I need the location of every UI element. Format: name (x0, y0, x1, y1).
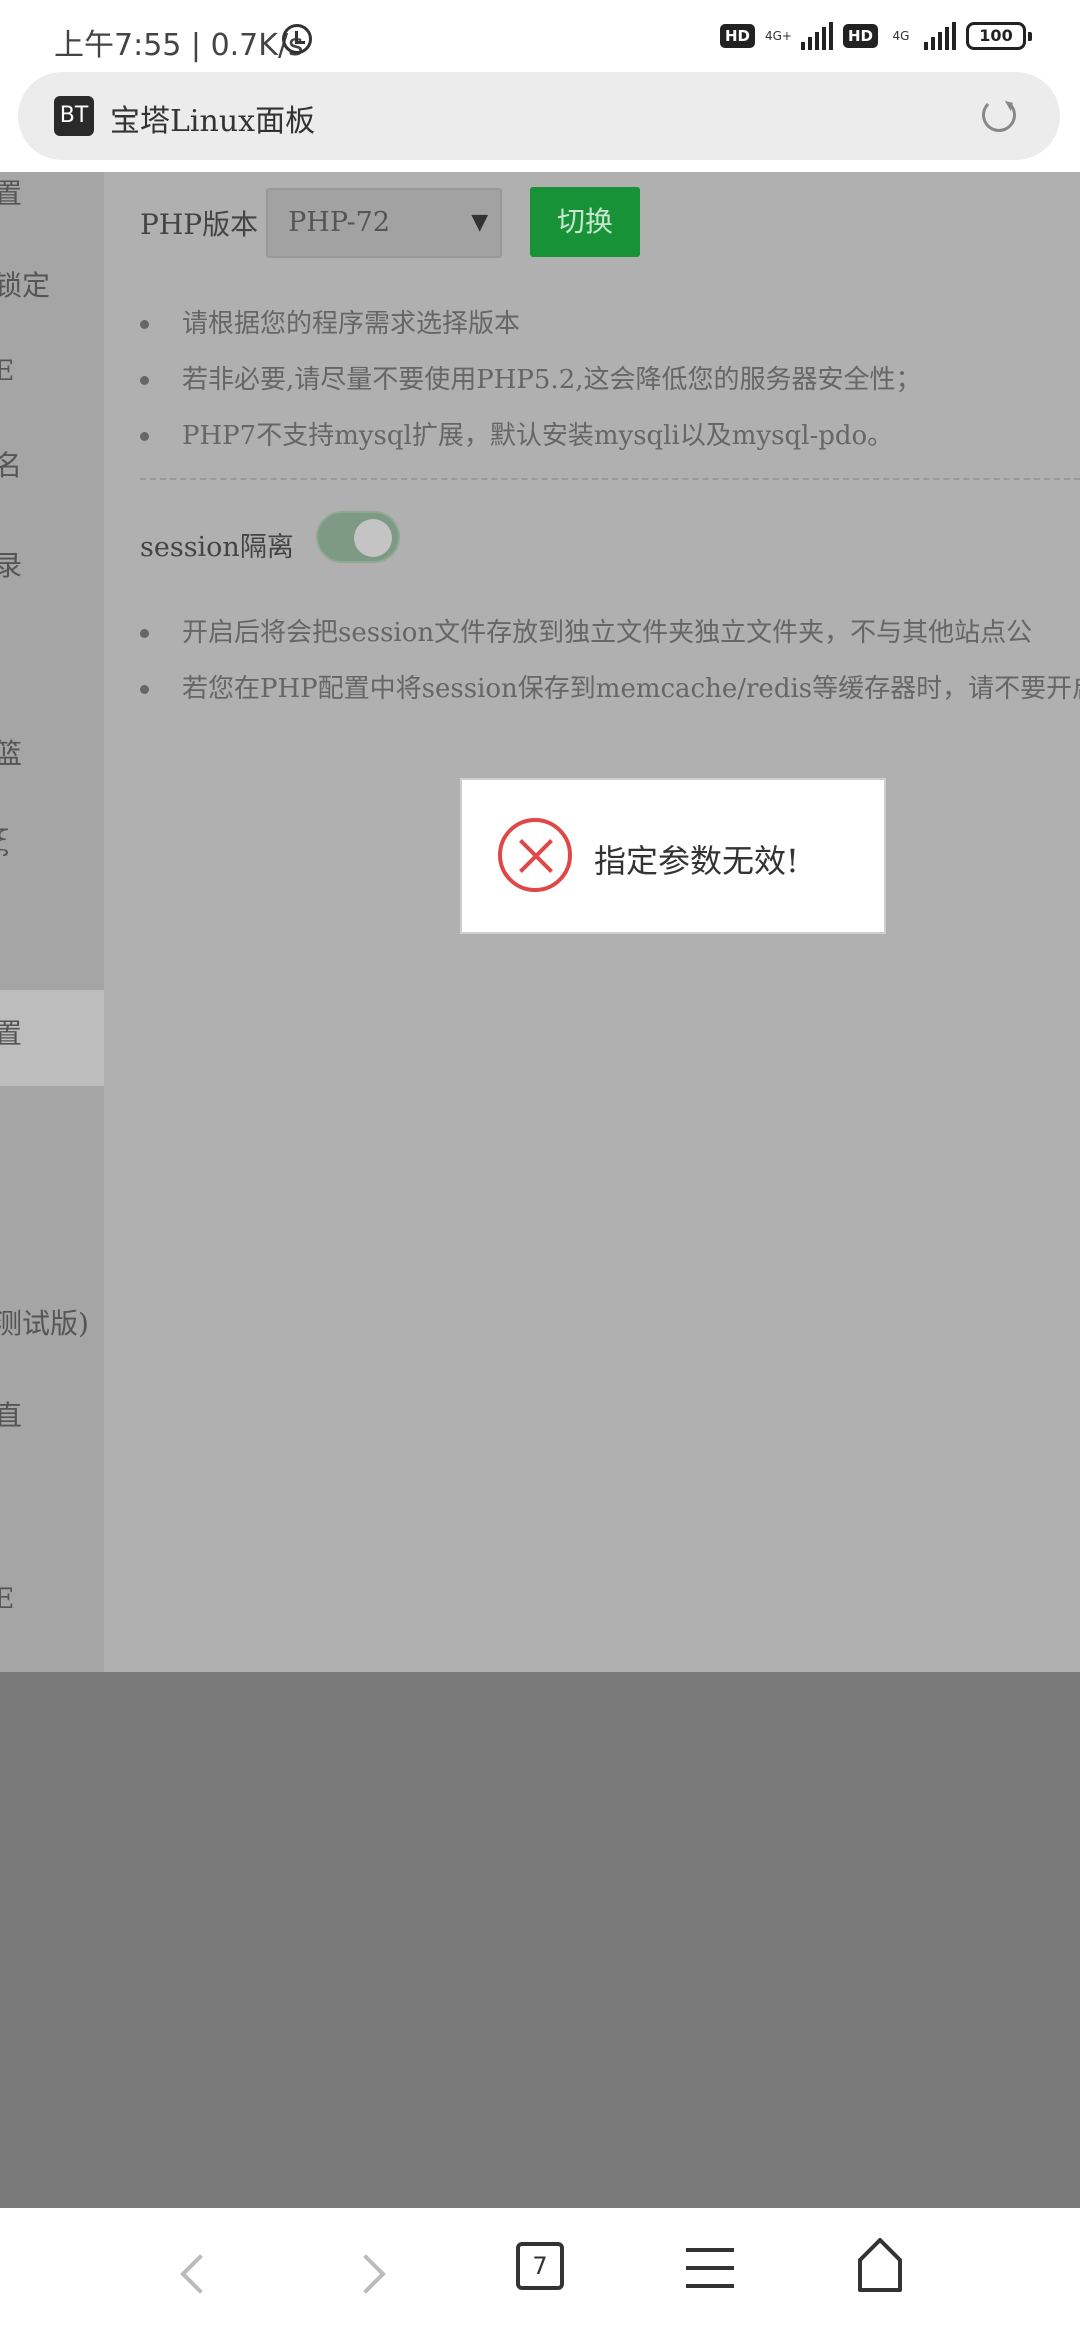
php-version-label: PHP版本 (140, 208, 259, 241)
address-bar[interactable]: BT 宝塔Linux面板 (18, 72, 1060, 160)
switch-button[interactable]: 切换 (530, 187, 640, 257)
sidebar-item[interactable]: 篮 (0, 732, 22, 772)
sidebar-item[interactable]: 名 (0, 444, 22, 484)
hd-badge-2: HD (842, 24, 878, 48)
dropdown-caret-icon: ▼ (471, 210, 489, 235)
toggle-knob (353, 519, 392, 557)
php-version-selected: PHP-72 (288, 207, 390, 238)
session-toggle[interactable] (315, 511, 400, 563)
session-row: session隔离 (140, 502, 400, 572)
session-label: session隔离 (140, 531, 294, 563)
forward-arrow-icon[interactable] (346, 2254, 386, 2294)
menu-icon[interactable] (686, 2248, 734, 2288)
sidebar-item[interactable]: E (0, 1582, 14, 1615)
alarm-icon (282, 24, 312, 54)
php-version-row: PHP版本 PHP-72 ▼ (140, 187, 503, 259)
signal-icon (800, 22, 833, 50)
sidebar-item[interactable]: 置 (0, 1012, 22, 1052)
error-dialog: 指定参数无效! (460, 778, 886, 934)
battery-icon: 100 (966, 22, 1032, 50)
tip-item: 开启后将会把session文件存放到独立文件夹独立文件夹，不与其他站点公 (140, 605, 1080, 661)
sidebar-item[interactable]: 锁定 (0, 264, 50, 304)
status-time: 上午7:55 | 0.7K/s (54, 28, 304, 63)
reload-icon[interactable] (982, 98, 1016, 132)
bottom-navigation: 7 (0, 2208, 1080, 2340)
php-version-tips: 请根据您的程序需求选择版本 若非必要,请尽量不要使用PHP5.2,这会降低您的服… (140, 296, 1080, 464)
hd-badge: HD (719, 24, 755, 48)
sidebar-item[interactable]: 置 (0, 172, 22, 212)
tip-item: 若非必要,请尽量不要使用PHP5.2,这会降低您的服务器安全性； (140, 352, 1080, 408)
browser-toolbar: BT 宝塔Linux面板 (0, 72, 1080, 172)
sidebar-item[interactable]: 测试版) (0, 1302, 89, 1342)
network-type-2: 4G (892, 29, 910, 43)
tabs-button[interactable]: 7 (516, 2242, 564, 2290)
error-message: 指定参数无效! (594, 842, 799, 880)
session-tips: 开启后将会把session文件存放到独立文件夹独立文件夹，不与其他站点公 若您在… (140, 605, 1080, 717)
signal-icon-2 (924, 22, 956, 50)
home-icon[interactable] (856, 2236, 904, 2294)
tip-item: PHP7不支持mysql扩展，默认安装mysqli以及mysql-pdo。 (140, 408, 1080, 464)
divider (140, 478, 1080, 480)
page-title: 宝塔Linux面板 (110, 104, 316, 139)
sidebar: 置 锁定 E 名 录 篮 ξ 置 测试版) 直 E (0, 172, 104, 1672)
status-bar: 上午7:55 | 0.7K/s HD 4G+ HD 4G 100 (0, 0, 1080, 72)
sidebar-item[interactable]: E (0, 354, 14, 387)
status-indicators: HD 4G+ HD 4G 100 (719, 22, 1032, 50)
sidebar-item[interactable]: 直 (0, 1394, 22, 1434)
back-arrow-icon[interactable] (180, 2254, 220, 2294)
php-version-select[interactable]: PHP-72 ▼ (266, 188, 503, 258)
tip-item: 若您在PHP配置中将session保存到memcache/redis等缓存器时，… (140, 661, 1080, 717)
sidebar-item[interactable]: ξ (0, 824, 9, 857)
site-icon: BT (54, 96, 94, 136)
tip-item: 请根据您的程序需求选择版本 (140, 296, 1080, 352)
network-type: 4G+ (764, 29, 792, 43)
sidebar-item[interactable]: 录 (0, 544, 22, 584)
error-x-icon (498, 818, 572, 892)
